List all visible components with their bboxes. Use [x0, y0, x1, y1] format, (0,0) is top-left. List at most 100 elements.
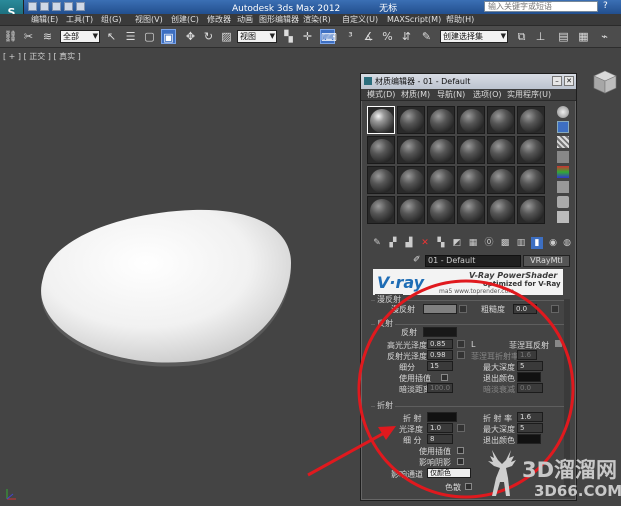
menu-edit[interactable]: 编辑(E) [31, 14, 58, 26]
minimize-button[interactable]: – [552, 76, 562, 86]
assign-to-selection-icon[interactable]: ▟ [403, 237, 415, 249]
sample-slot[interactable] [517, 166, 545, 194]
viewport-label[interactable]: [ + ] [ 正交 ] [ 真实 ] [3, 51, 81, 62]
fresnel-ior-field[interactable]: 1.6 [517, 350, 537, 360]
menu-material[interactable]: 材质(M) [401, 89, 430, 101]
sample-slot[interactable] [427, 136, 455, 164]
reference-coord-dropdown[interactable]: 视图 ▼ [237, 30, 277, 43]
dispersion-checkbox[interactable] [465, 483, 472, 490]
snaps-toggle-icon[interactable]: ³ [343, 29, 358, 44]
angle-snap-icon[interactable]: ∡ [361, 29, 376, 44]
rect-selection-icon[interactable]: ▢ [142, 29, 157, 44]
refl-gloss-map-button[interactable] [457, 351, 465, 359]
sample-uv-tiling-icon[interactable] [557, 151, 569, 163]
sample-slot[interactable] [487, 106, 515, 134]
options-icon[interactable] [557, 196, 569, 208]
edit-named-selection-icon[interactable]: ✎ [419, 29, 434, 44]
sample-slot[interactable] [427, 196, 455, 224]
sample-slot[interactable] [397, 166, 425, 194]
close-icon[interactable]: ✕ [564, 76, 574, 86]
menu-views[interactable]: 视图(V) [135, 14, 163, 26]
material-map-navigator-icon[interactable]: ◍ [561, 237, 573, 249]
refr-max-depth-field[interactable]: 5 [517, 423, 543, 433]
video-color-check-icon[interactable] [557, 166, 569, 178]
menu-rendering[interactable]: 渲染(R) [303, 14, 331, 26]
sample-slot[interactable] [367, 136, 395, 164]
undo-icon[interactable] [64, 2, 73, 11]
menu-mode[interactable]: 模式(D) [367, 89, 395, 101]
sample-slot[interactable] [397, 106, 425, 134]
new-file-icon[interactable] [28, 2, 37, 11]
reset-map-icon[interactable]: ✕ [419, 237, 431, 249]
keyboard-shortcut-override-icon[interactable]: ⌨ [320, 29, 337, 44]
selection-filter-dropdown[interactable]: 全部 ▼ [60, 30, 100, 43]
material-editor-window[interactable]: 材质编辑器 - 01 - Default – ✕ 模式(D) 材质(M) 导航(… [360, 73, 577, 501]
material-name-field[interactable]: 01 - Default [425, 255, 521, 267]
select-by-material-icon[interactable] [557, 211, 569, 223]
open-file-icon[interactable] [40, 2, 49, 11]
window-crossing-icon[interactable]: ▣ [161, 29, 176, 44]
menu-help[interactable]: 帮助(H) [446, 14, 474, 26]
save-file-icon[interactable] [52, 2, 61, 11]
show-end-result-icon[interactable]: ▥ [515, 237, 527, 249]
roughness-field[interactable]: 0.0 [513, 304, 537, 314]
copy-material-icon[interactable]: ▚ [435, 237, 447, 249]
refr-exit-color-swatch[interactable] [517, 434, 541, 444]
menu-tools[interactable]: 工具(T) [66, 14, 93, 26]
backlight-icon[interactable] [557, 121, 569, 133]
sample-slot[interactable] [457, 136, 485, 164]
rotate-icon[interactable]: ↻ [201, 29, 216, 44]
sample-slot[interactable] [487, 166, 515, 194]
select-manipulate-icon[interactable]: ✛ [300, 29, 315, 44]
pebble-model[interactable] [33, 208, 295, 368]
sample-slot[interactable] [367, 166, 395, 194]
affect-channels-dropdown[interactable]: 仅颜色 [427, 468, 471, 478]
refl-exit-color-swatch[interactable] [517, 372, 541, 382]
menu-create[interactable]: 创建(C) [171, 14, 199, 26]
sample-slot[interactable] [517, 136, 545, 164]
curve-editor-icon[interactable]: ⌁ [597, 29, 612, 44]
roughness-map-button[interactable] [551, 305, 559, 313]
material-editor-titlebar[interactable]: 材质编辑器 - 01 - Default – ✕ [361, 74, 576, 89]
spinner-snap-icon[interactable]: ⇵ [399, 29, 414, 44]
redo-icon[interactable] [76, 2, 85, 11]
refr-gloss-map-button[interactable] [457, 424, 465, 432]
sample-slot[interactable] [487, 196, 515, 224]
put-to-scene-icon[interactable]: ▞ [387, 237, 399, 249]
refl-subdivs-field[interactable]: 15 [427, 361, 453, 371]
fresnel-checkbox[interactable] [555, 340, 562, 347]
material-type-button[interactable]: VRayMtl [523, 255, 570, 267]
go-forward-sibling-icon[interactable]: ◉ [547, 237, 559, 249]
material-id-channel-icon[interactable]: ⓪ [483, 237, 495, 249]
select-object-icon[interactable]: ↖ [104, 29, 119, 44]
refl-gloss-field[interactable]: 0.98 [427, 350, 453, 360]
put-to-library-icon[interactable]: ▦ [467, 237, 479, 249]
show-map-in-viewport-icon[interactable]: ▩ [499, 237, 511, 249]
menu-utilities[interactable]: 实用程序(U) [507, 89, 551, 101]
refr-use-interp-checkbox[interactable] [457, 447, 464, 454]
ior-field[interactable]: 1.6 [517, 412, 543, 422]
search-input[interactable]: 输入关键字或短语 [484, 1, 598, 12]
viewcube-icon[interactable] [592, 69, 618, 95]
sample-slot[interactable] [487, 136, 515, 164]
menu-group[interactable]: 组(G) [101, 14, 121, 26]
diffuse-map-button[interactable] [459, 305, 467, 313]
move-icon[interactable]: ✥ [183, 29, 198, 44]
sample-slot[interactable] [517, 196, 545, 224]
menu-navigation[interactable]: 导航(N) [437, 89, 465, 101]
menu-animation[interactable]: 动画 [237, 14, 253, 26]
menu-options[interactable]: 选项(O) [473, 89, 502, 101]
select-by-name-icon[interactable]: ☰ [123, 29, 138, 44]
sample-slot[interactable] [457, 166, 485, 194]
refr-gloss-field[interactable]: 1.0 [427, 423, 453, 433]
named-selection-dropdown[interactable]: 创建选择集 ▼ [440, 30, 508, 43]
sample-slot[interactable] [457, 196, 485, 224]
graphite-tools-icon[interactable]: ▦ [576, 29, 591, 44]
dim-falloff-field[interactable]: 0.0 [517, 383, 543, 393]
align-icon[interactable]: ⊥ [533, 29, 548, 44]
sample-type-icon[interactable] [557, 106, 569, 118]
sample-slot[interactable] [367, 196, 395, 224]
refl-max-depth-field[interactable]: 5 [517, 361, 543, 371]
hilight-gloss-field[interactable]: 0.85 [427, 339, 453, 349]
sample-slot[interactable] [457, 106, 485, 134]
